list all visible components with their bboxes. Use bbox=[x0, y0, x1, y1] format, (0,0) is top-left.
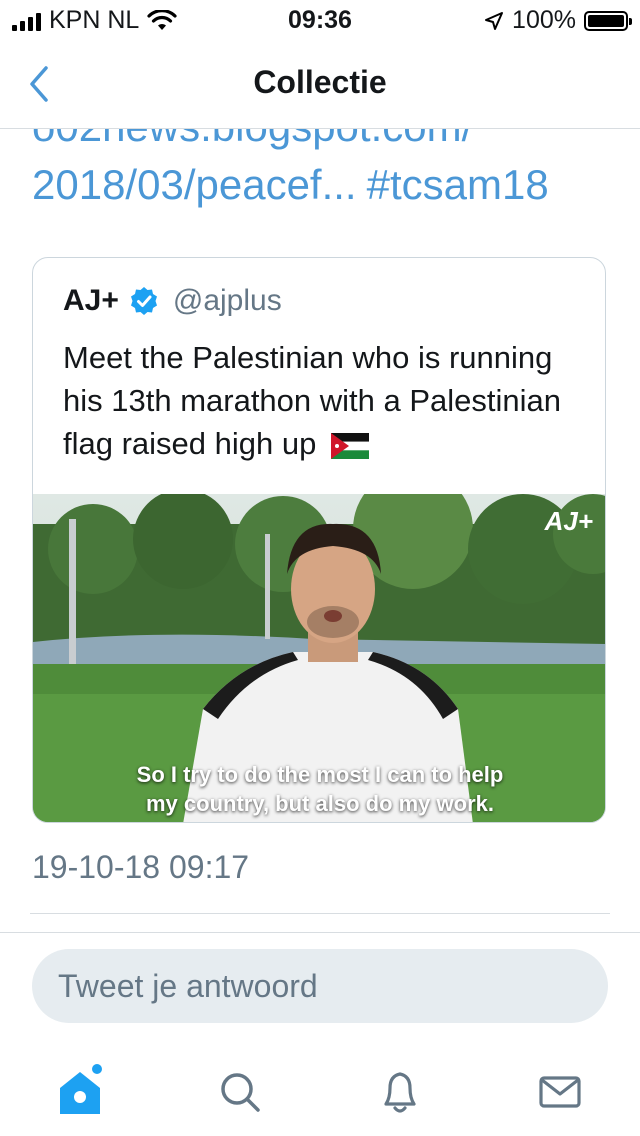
quoted-author-name: AJ+ bbox=[63, 284, 119, 317]
video-caption-line-2: my country, but also do my work. bbox=[146, 791, 494, 816]
tweet-link-line: 2018/03/peacef... #tcsam18 bbox=[32, 161, 549, 209]
tab-notifications[interactable] bbox=[370, 1062, 430, 1122]
hashtag-link[interactable]: #tcsam18 bbox=[367, 161, 549, 208]
tweet-detail: o02news.blogspot.com/ 2018/03/peacef...#… bbox=[0, 129, 640, 932]
divider bbox=[30, 913, 610, 914]
notifications-bell-icon bbox=[384, 1072, 416, 1113]
quoted-tweet-body: Meet the Palestinian who is running his … bbox=[63, 340, 562, 461]
navigation-bar: Collectie bbox=[0, 40, 640, 129]
reply-input[interactable]: Tweet je antwoord bbox=[32, 949, 608, 1023]
page-title: Collectie bbox=[253, 64, 387, 100]
status-bar: KPN NL 09:36 100% bbox=[0, 0, 640, 40]
tweet-timestamp: 19-10-18 09:17 bbox=[32, 849, 250, 885]
tab-messages[interactable] bbox=[530, 1062, 590, 1122]
ajplus-logo: AJ+ bbox=[544, 506, 593, 536]
reply-bar: Tweet je antwoord bbox=[0, 932, 640, 1043]
jordan-flag-icon bbox=[330, 432, 369, 459]
quoted-tweet-text: Meet the Palestinian who is running his … bbox=[63, 336, 583, 465]
tab-bar bbox=[0, 1042, 640, 1136]
video-player[interactable]: AJ+ So I try to do the most I can to hel… bbox=[33, 494, 605, 822]
status-right: 100% bbox=[484, 6, 632, 35]
search-icon bbox=[221, 1073, 260, 1112]
tweet-link[interactable]: 2018/03/peacef... bbox=[32, 161, 357, 208]
tab-home[interactable] bbox=[50, 1062, 110, 1122]
quoted-tweet-header: AJ+ @ajplus bbox=[63, 284, 282, 318]
battery-icon bbox=[584, 10, 632, 31]
verified-badge-icon bbox=[130, 287, 157, 315]
messages-mail-icon bbox=[539, 1076, 581, 1108]
quoted-author-handle: @ajplus bbox=[172, 284, 282, 317]
tab-search[interactable] bbox=[210, 1062, 270, 1122]
home-icon bbox=[60, 1064, 102, 1114]
video-caption-line-1: So I try to do the most I can to help bbox=[136, 762, 504, 787]
quoted-tweet-card[interactable]: AJ+ @ajplus Meet the Palestinian who is … bbox=[32, 257, 606, 823]
battery-percent: 100% bbox=[512, 6, 576, 34]
tweet-link-partial[interactable]: o02news.blogspot.com/ bbox=[32, 129, 473, 151]
location-icon bbox=[485, 11, 504, 30]
